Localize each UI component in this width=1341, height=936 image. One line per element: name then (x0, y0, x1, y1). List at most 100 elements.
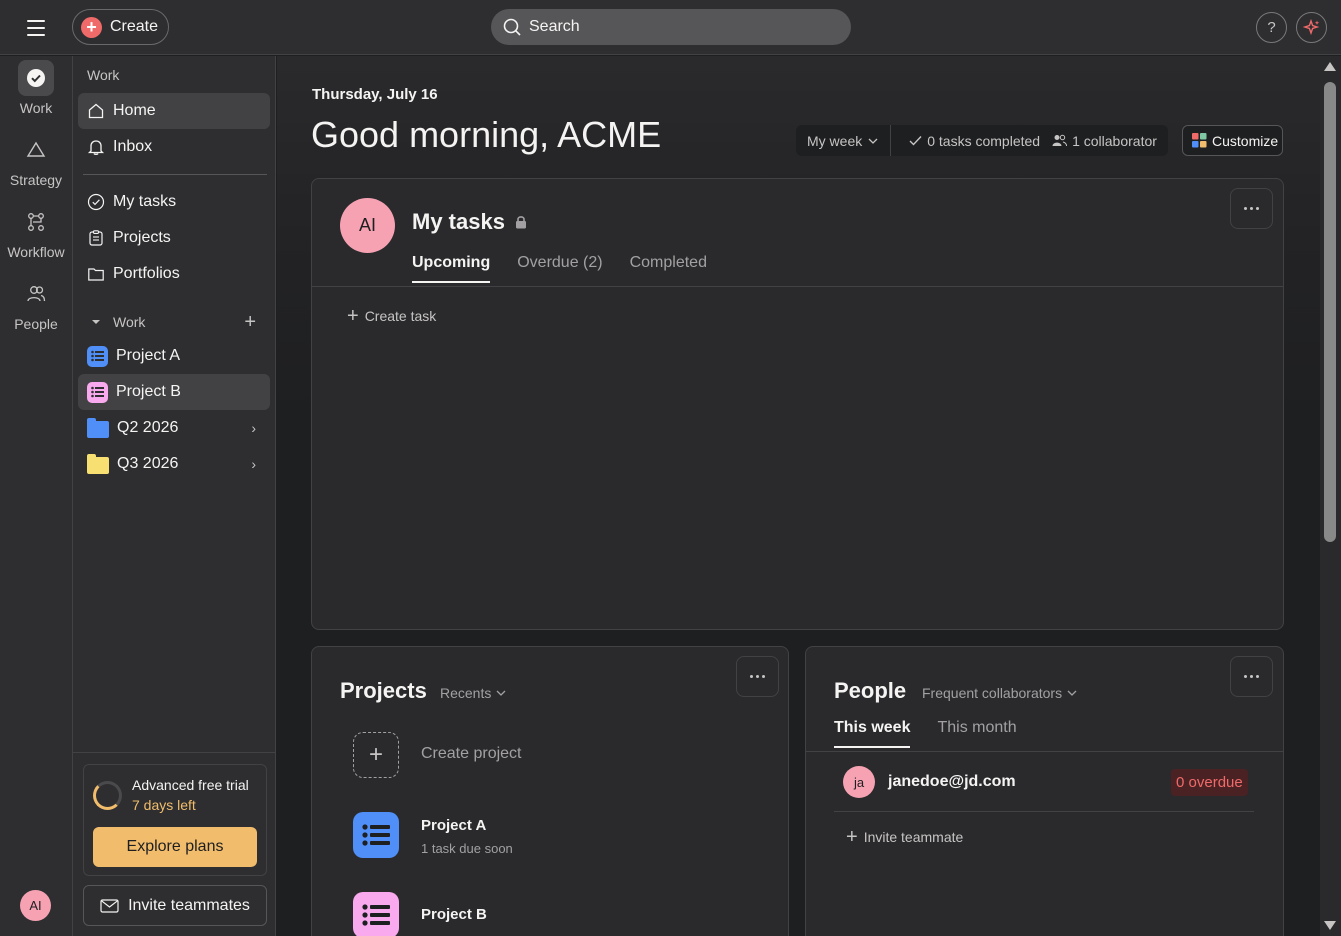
team-label: Work (113, 314, 146, 330)
tab-this-week[interactable]: This week (834, 719, 911, 748)
chevron-right-icon[interactable]: › (251, 456, 256, 472)
scrollbar-thumb[interactable] (1324, 82, 1336, 542)
project-b-name[interactable]: Project B (421, 906, 487, 923)
create-task-label: Create task (364, 308, 437, 324)
rail-label: People (14, 316, 58, 332)
rail-item-people[interactable]: People (0, 276, 72, 332)
tab-completed[interactable]: Completed (630, 254, 707, 283)
sidebar-item-label: Inbox (113, 138, 153, 155)
card-divider (312, 286, 1283, 287)
my-tasks-card: AI My tasks Upcoming Overdue (2) Complet… (311, 178, 1284, 630)
sidebar-folder-q3[interactable]: Q3 2026 › (78, 446, 270, 482)
main-scrollbar[interactable] (1320, 56, 1341, 936)
help-label: ? (1267, 19, 1276, 36)
create-project-button[interactable]: + (353, 732, 399, 778)
sidebar-item-label: Portfolios (113, 265, 180, 282)
people-card: People Frequent collaborators This week … (805, 646, 1284, 936)
tab-overdue[interactable]: Overdue (2) (517, 254, 602, 283)
my-tasks-tabs: Upcoming Overdue (2) Completed (412, 254, 707, 283)
project-a-name[interactable]: Project A (421, 817, 486, 834)
lock-icon (515, 216, 526, 229)
folder-icon (87, 418, 109, 438)
more-options-button[interactable] (1230, 656, 1273, 697)
tasks-completed-label: 0 tasks completed (927, 132, 1041, 149)
sidebar: Work Home Inbox My tasks Projects Portfo… (72, 56, 276, 936)
invite-teammates-button[interactable]: Invite teammates (83, 885, 267, 926)
team-section-header[interactable]: Work + (78, 304, 270, 340)
tasks-completed-stat: 0 tasks completed (891, 133, 1040, 149)
customize-label: Customize (1212, 132, 1279, 149)
person-row-divider (834, 811, 1254, 812)
sidebar-section-label: Work (87, 67, 120, 83)
sidebar-folder-q2[interactable]: Q2 2026 › (78, 410, 270, 446)
top-bar: + Create Search ? (0, 0, 1341, 55)
hamburger-icon[interactable] (22, 14, 50, 42)
sidebar-item-inbox[interactable]: Inbox (78, 129, 270, 165)
folder-icon (88, 268, 104, 281)
create-project-label[interactable]: Create project (421, 745, 522, 763)
sidebar-item-home[interactable]: Home (78, 93, 270, 129)
search-input[interactable]: Search (491, 9, 851, 45)
home-icon (88, 103, 104, 119)
projects-filter-dropdown[interactable]: Recents (440, 685, 506, 701)
main-content: Thursday, July 16 Good morning, ACME My … (277, 56, 1320, 936)
collaborators-label: 1 collaborator (1072, 132, 1157, 149)
project-b-icon[interactable] (353, 892, 399, 936)
person-email[interactable]: janedoe@jd.com (888, 773, 1016, 791)
rail-item-work[interactable]: Work (0, 60, 72, 116)
more-options-button[interactable] (1230, 188, 1273, 229)
plus-icon: + (846, 826, 858, 848)
period-label: My week (807, 132, 863, 149)
period-dropdown[interactable]: My week (796, 125, 892, 156)
people-icon (18, 276, 54, 312)
chevron-right-icon[interactable]: › (251, 420, 256, 436)
sidebar-item-label: Projects (113, 229, 171, 246)
avatar[interactable]: ja (843, 766, 875, 798)
create-task-button[interactable]: + Create task (347, 306, 436, 326)
sidebar-project-b[interactable]: Project B (78, 374, 270, 410)
workflow-icon (18, 204, 54, 240)
plus-icon: + (347, 305, 359, 327)
customize-button[interactable]: Customize (1182, 125, 1283, 156)
sidebar-item-projects[interactable]: Projects (78, 220, 270, 256)
invite-teammate-button[interactable]: + Invite teammate (846, 827, 963, 847)
plus-icon: + (81, 16, 102, 38)
greeting-title: Good morning, ACME (311, 114, 662, 155)
people-filter-dropdown[interactable]: Frequent collaborators (922, 685, 1077, 701)
avatar-initials: AI (358, 215, 376, 235)
grid-icon (1192, 133, 1207, 148)
add-project-icon[interactable]: + (244, 311, 256, 334)
sidebar-item-my-tasks[interactable]: My tasks (78, 184, 270, 220)
rail-item-strategy[interactable]: Strategy (0, 132, 72, 188)
clipboard-icon (89, 230, 103, 246)
collaborators-stat: 1 collaborator (1040, 133, 1157, 149)
user-avatar[interactable]: AI (20, 890, 51, 921)
trial-card: Advanced free trial 7 days left Explore … (83, 764, 267, 876)
trial-days-left: 7 days left (132, 797, 196, 813)
rail-label: Work (19, 100, 53, 116)
list-icon (362, 824, 390, 846)
more-options-button[interactable] (736, 656, 779, 697)
list-icon (87, 345, 108, 367)
chevron-down-icon (868, 138, 878, 144)
sparkle-icon (1302, 18, 1319, 35)
tab-this-month[interactable]: This month (937, 719, 1016, 748)
sidebar-item-label: Project B (116, 383, 181, 400)
scroll-up-arrow-icon[interactable] (1324, 62, 1336, 71)
sidebar-project-a[interactable]: Project A (78, 338, 270, 374)
rail-item-workflow[interactable]: Workflow (0, 204, 72, 260)
ai-assistant-button[interactable] (1296, 12, 1327, 43)
sidebar-item-portfolios[interactable]: Portfolios (78, 256, 270, 292)
scroll-down-arrow-icon[interactable] (1324, 921, 1336, 930)
create-button[interactable]: + Create (72, 9, 169, 45)
list-icon (87, 381, 108, 403)
sidebar-divider (83, 174, 267, 175)
tab-upcoming[interactable]: Upcoming (412, 254, 491, 283)
sidebar-item-label: Home (113, 102, 156, 119)
trial-progress-ring (93, 781, 122, 810)
explore-plans-button[interactable]: Explore plans (93, 827, 257, 867)
help-button[interactable]: ? (1256, 12, 1287, 43)
avatar[interactable]: AI (340, 198, 395, 253)
project-a-icon[interactable] (353, 812, 399, 858)
my-tasks-title[interactable]: My tasks (412, 209, 527, 235)
